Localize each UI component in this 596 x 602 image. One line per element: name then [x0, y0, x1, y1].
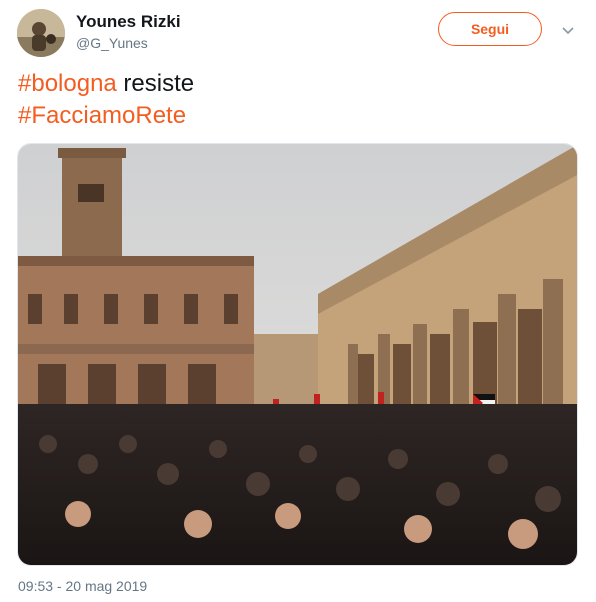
tweet-timestamp[interactable]: 09:53 - 20 mag 2019 — [18, 578, 147, 594]
tweet-text: #bologna resiste #FacciamoRete — [18, 68, 578, 132]
author-name[interactable]: Younes Rizki — [76, 12, 181, 32]
author-handle[interactable]: @G_Yunes — [76, 35, 148, 51]
tweet-line-2: #FacciamoRete — [18, 100, 578, 132]
hashtag-link[interactable]: #bologna — [18, 70, 117, 97]
hashtag-link[interactable]: #FacciamoRete — [18, 102, 186, 129]
avatar[interactable] — [17, 9, 65, 57]
tweet-text-fragment: resiste — [116, 70, 195, 97]
tweet-photo[interactable] — [17, 143, 578, 566]
avatar-image — [17, 9, 65, 57]
chevron-down-icon[interactable] — [560, 22, 576, 38]
photo-illustration — [18, 144, 577, 565]
follow-button[interactable]: Segui — [438, 12, 542, 46]
tweet-line-1: #bologna resiste — [18, 68, 578, 100]
